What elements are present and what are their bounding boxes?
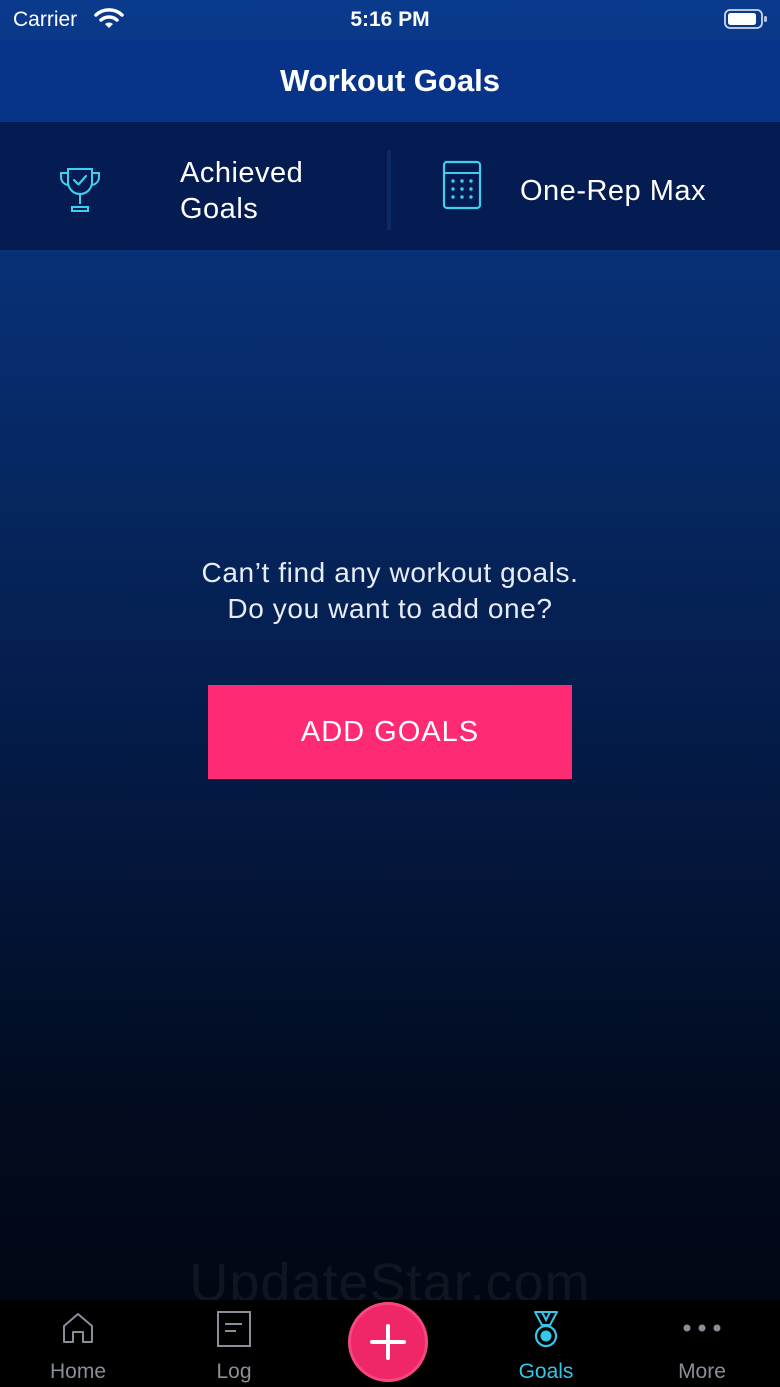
more-icon: [682, 1320, 722, 1338]
add-goals-button[interactable]: ADD GOALS: [208, 685, 572, 779]
add-workout-button[interactable]: [348, 1302, 428, 1382]
one-rep-max-button[interactable]: One-Rep Max: [392, 122, 780, 250]
trophy-icon: [58, 166, 102, 219]
one-rep-max-label: One-Rep Max: [520, 175, 707, 207]
log-icon: [216, 1310, 252, 1353]
status-time: 5:16 PM: [350, 8, 430, 31]
achieved-goals-label: Achieved Goals: [180, 157, 304, 225]
tab-more-label: More: [678, 1360, 726, 1383]
tab-home[interactable]: Home: [0, 1300, 156, 1387]
empty-state-line-1: Can’t find any workout goals.: [201, 557, 579, 588]
nav-bar: Workout Goals: [0, 40, 780, 122]
goals-shortcuts-bar: Achieved Goals One-Rep Max: [0, 122, 780, 250]
page-title: Workout Goals: [280, 63, 500, 98]
tab-home-label: Home: [49, 1360, 107, 1383]
app-screen: Carrier 5:16 PM Workout Goals Achieved G…: [0, 0, 780, 1387]
empty-state-line-2: Do you want to add one?: [227, 593, 553, 624]
tab-log[interactable]: Log: [156, 1300, 312, 1387]
medal-icon: [531, 1310, 561, 1355]
home-icon: [60, 1310, 96, 1351]
tab-goals-label: Goals: [518, 1360, 574, 1383]
segment-divider: [387, 150, 391, 230]
tab-log-label: Log: [216, 1360, 252, 1383]
empty-state-message: Can’t find any workout goals. Do you wan…: [0, 555, 780, 627]
tab-more[interactable]: More: [624, 1300, 780, 1387]
calculator-icon: [442, 160, 482, 215]
battery-icon: [724, 8, 768, 36]
achieved-goals-button[interactable]: Achieved Goals: [0, 122, 388, 250]
tab-goals[interactable]: Goals: [468, 1300, 624, 1387]
status-bar: Carrier 5:16 PM: [0, 0, 780, 40]
